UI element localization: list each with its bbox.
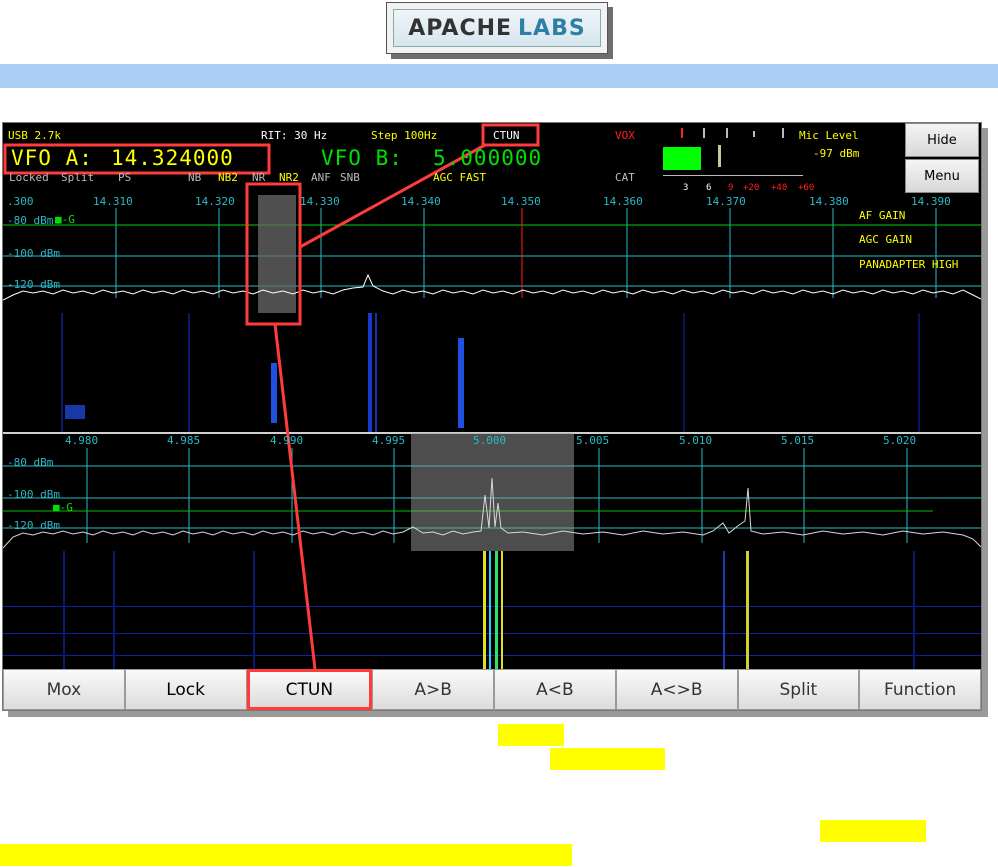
- pan-b-freq-label: 4.985: [167, 434, 201, 447]
- ctun-button[interactable]: CTUN: [246, 669, 373, 710]
- logo-word-labs: LABS: [518, 15, 586, 41]
- menu-button[interactable]: Menu: [905, 159, 979, 193]
- pan-a-freq-label: 14.380: [809, 195, 849, 208]
- agc-flag[interactable]: AGC FAST: [433, 171, 486, 184]
- yellow-highlight: [550, 748, 665, 770]
- mic-level-label: Mic Level: [799, 129, 859, 142]
- mox-button[interactable]: Mox: [3, 669, 125, 710]
- pan-a-db-label: -80 dBm: [7, 214, 54, 227]
- pan-a-filter-passband: [258, 195, 296, 313]
- hide-button[interactable]: Hide: [905, 123, 979, 157]
- pan-b-freq-label: 4.980: [65, 434, 99, 447]
- ctun-status: CTUN: [493, 129, 520, 142]
- pan-a-freq-label: .300: [7, 195, 34, 208]
- lock-button[interactable]: Lock: [124, 669, 247, 710]
- vfo-a-label: VFO A:: [11, 146, 93, 170]
- pan-b-freq-label: 4.990: [270, 434, 304, 447]
- pan-a-waterfall: [61, 313, 920, 433]
- pan-b-freq-label: 5.020: [883, 434, 917, 447]
- b-to-a-button[interactable]: A<B: [494, 669, 616, 710]
- pan-a-spectrum-trace: [3, 273, 981, 301]
- pan-b-waterfall: [3, 551, 981, 669]
- pan-b-db-label: -80 dBm: [7, 456, 54, 469]
- step-label: Step 100Hz: [371, 129, 438, 142]
- yellow-highlight: [0, 844, 572, 866]
- mic-level-value: -97 dBm: [813, 147, 860, 160]
- pan-b-gain-marker[interactable]: ■-G: [53, 501, 73, 514]
- header-banner: [0, 64, 998, 88]
- pan-a-gain-marker-letter: G: [68, 213, 75, 226]
- nb-flag[interactable]: NB: [188, 171, 201, 184]
- pan-b-db-label: -100 dBm: [7, 488, 60, 501]
- meter-scale-20: +20: [743, 183, 760, 193]
- pan-a-freq-label: 14.360: [603, 195, 643, 208]
- pan-b-gain-marker-letter: G: [66, 501, 73, 514]
- radio-display: USB 2.7k RIT: 30 Hz Step 100Hz CTUN VOX …: [2, 122, 982, 711]
- pan-b-freq-label: 5.010: [679, 434, 713, 447]
- swap-ab-button[interactable]: A<>B: [615, 669, 738, 710]
- pan-a-freq-label: 14.330: [300, 195, 340, 208]
- bottom-button-bar: Mox Lock CTUN A>B A<B A<>B Split Functio…: [3, 669, 981, 710]
- meter-scale-6: 6: [706, 183, 712, 193]
- meter-scale-60: +60: [798, 183, 815, 193]
- vfo-b-label: VFO B:: [321, 146, 403, 170]
- vfo-a-frequency[interactable]: 14.324000: [111, 146, 234, 170]
- nr2-flag[interactable]: NR2: [279, 171, 299, 184]
- split-button[interactable]: Split: [737, 669, 860, 710]
- pan-a-freq-label: 14.390: [911, 195, 951, 208]
- vfo-b-frequency[interactable]: 5.000000: [433, 146, 542, 170]
- pan-b-freq-label: 5.000: [473, 434, 507, 447]
- ps-flag[interactable]: PS: [118, 171, 131, 184]
- pan-b-freq-label: 5.005: [576, 434, 610, 447]
- panadapter-high-label[interactable]: PANADAPTER HIGH: [859, 258, 958, 271]
- pan-b-db-label: -120 dBm: [7, 519, 60, 532]
- agc-gain-label[interactable]: AGC GAIN: [859, 233, 912, 246]
- meter-scale-3: 3: [683, 183, 689, 193]
- meter-scale-40: +40: [771, 183, 788, 193]
- pan-a-freq-label: 14.310: [93, 195, 133, 208]
- panadapter-graphics: [3, 123, 981, 670]
- snb-flag[interactable]: SNB: [340, 171, 360, 184]
- meter-scale-9: 9: [728, 183, 734, 193]
- logo-word-apache: APACHE: [408, 15, 513, 41]
- pan-a-db-label: -100 dBm: [7, 247, 60, 260]
- rit-label: RIT: 30 Hz: [261, 129, 328, 142]
- pan-b-freq-label: 4.995: [372, 434, 406, 447]
- locked-flag[interactable]: Locked: [9, 171, 49, 184]
- pan-a-freq-label: 14.350: [501, 195, 541, 208]
- yellow-highlight: [498, 724, 564, 746]
- apache-labs-logo: APACHE LABS: [386, 2, 608, 54]
- pan-a-grid: [3, 208, 981, 298]
- pan-a-freq-label: 14.320: [195, 195, 235, 208]
- pan-a-db-label: -120 dBm: [7, 278, 60, 291]
- pan-a-freq-label: 14.370: [706, 195, 746, 208]
- yellow-highlight: [820, 820, 926, 842]
- af-gain-label[interactable]: AF GAIN: [859, 209, 905, 222]
- a-to-b-button[interactable]: A>B: [372, 669, 494, 710]
- s-meter: [663, 128, 803, 176]
- split-flag[interactable]: Split: [61, 171, 94, 184]
- pan-b-freq-label: 5.015: [781, 434, 815, 447]
- function-button[interactable]: Function: [859, 669, 981, 710]
- mode-label: USB 2.7k: [8, 129, 61, 142]
- cat-flag: CAT: [615, 171, 635, 184]
- nr-flag[interactable]: NR: [252, 171, 265, 184]
- anf-flag[interactable]: ANF: [311, 171, 331, 184]
- pan-a-freq-label: 14.340: [401, 195, 441, 208]
- pan-a-gain-marker[interactable]: ■-G: [55, 213, 75, 226]
- nb2-flag[interactable]: NB2: [218, 171, 238, 184]
- vox-status: VOX: [615, 129, 635, 142]
